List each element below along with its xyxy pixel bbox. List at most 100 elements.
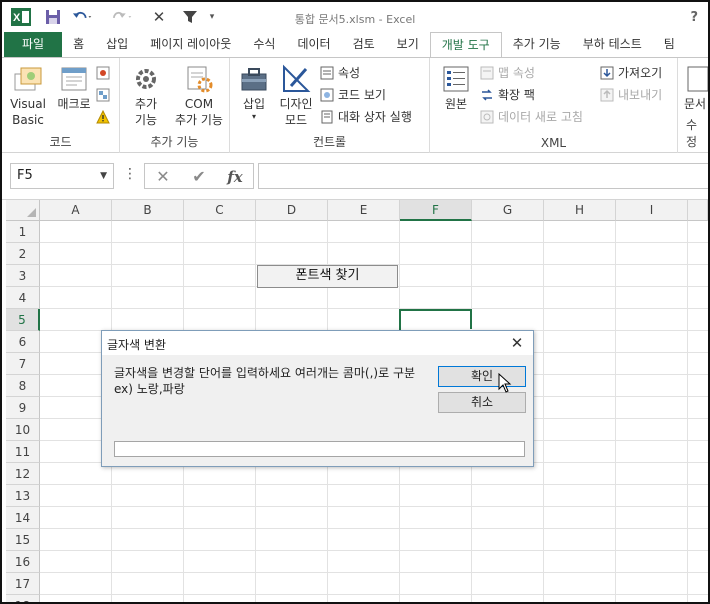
- map-properties-button[interactable]: 맵 속성: [480, 64, 535, 82]
- tab-formulas[interactable]: 수식: [242, 32, 286, 57]
- group-modify: 문서 수정: [678, 58, 708, 154]
- group-code: Visual Basic 매크로 코드: [2, 58, 120, 154]
- relative-reference-button[interactable]: [96, 86, 114, 104]
- group-code-label: 코드: [49, 135, 72, 149]
- ribbon: Visual Basic 매크로 코드 추가 기능 COM 추가 기능 추가 기…: [2, 57, 708, 154]
- import-button[interactable]: 가져오기: [600, 64, 662, 82]
- refresh-data-button[interactable]: 데이터 새로 고침: [480, 108, 583, 126]
- font-color-search-button[interactable]: 폰트색 찾기: [257, 265, 398, 288]
- row-header-13[interactable]: 13: [6, 485, 40, 507]
- column-header-d[interactable]: D: [256, 200, 328, 221]
- column-header-c[interactable]: C: [184, 200, 256, 221]
- row-header-16[interactable]: 16: [6, 551, 40, 573]
- xml-source-icon: [443, 66, 469, 92]
- tab-addins[interactable]: 추가 기능: [502, 32, 572, 57]
- row-header-2[interactable]: 2: [6, 243, 40, 265]
- dialog-prompt: 글자색을 변경할 단어를 입력하세요 여러개는 콤마(,)로 구분 ex) 노랑…: [114, 366, 416, 396]
- macro-security-button[interactable]: [96, 108, 114, 126]
- insert-control-button[interactable]: 삽입 ▾: [234, 64, 274, 122]
- column-header-g[interactable]: G: [472, 200, 544, 221]
- row-header-1[interactable]: 1: [6, 221, 40, 243]
- group-addins: 추가 기능 COM 추가 기능 추가 기능: [120, 58, 230, 154]
- ok-button[interactable]: 확인: [438, 366, 526, 387]
- gear-icon: [136, 69, 156, 89]
- row-header-8[interactable]: 8: [6, 375, 40, 397]
- formula-input[interactable]: [258, 163, 708, 189]
- macro-button[interactable]: 매크로: [54, 64, 94, 112]
- row-header-15[interactable]: 15: [6, 529, 40, 551]
- ribbon-tabs: 파일 홈 삽입 페이지 레이아웃 수식 데이터 검토 보기 개발 도구 추가 기…: [2, 32, 708, 58]
- dialog-title-bar: 글자색 변환 ✕: [102, 331, 533, 355]
- run-dialog-button[interactable]: 대화 상자 실행: [320, 108, 412, 126]
- column-header-b[interactable]: B: [112, 200, 184, 221]
- tab-team[interactable]: 팀: [653, 32, 686, 57]
- visual-basic-icon: [14, 67, 42, 91]
- row-header-9[interactable]: 9: [6, 397, 40, 419]
- column-header-i[interactable]: I: [616, 200, 688, 221]
- row-header-3[interactable]: 3: [6, 265, 40, 287]
- export-button[interactable]: 내보내기: [600, 86, 662, 104]
- row-header-10[interactable]: 10: [6, 419, 40, 441]
- help-icon[interactable]: ?: [690, 10, 698, 25]
- tab-file[interactable]: 파일: [4, 32, 63, 57]
- map-properties-icon: [480, 66, 494, 80]
- run-dialog-icon: [321, 110, 333, 124]
- confirm-entry-icon[interactable]: ✔: [187, 166, 211, 188]
- row-header-4[interactable]: 4: [6, 287, 40, 309]
- row-header-14[interactable]: 14: [6, 507, 40, 529]
- tab-home[interactable]: 홈: [62, 32, 95, 57]
- addins-button[interactable]: 추가 기능: [126, 64, 166, 128]
- properties-icon: [320, 66, 334, 80]
- cancel-button[interactable]: 취소: [438, 392, 526, 413]
- row-header-6[interactable]: 6: [6, 331, 40, 353]
- document-panel-icon: [687, 66, 708, 92]
- row-header-18[interactable]: 18: [6, 595, 40, 602]
- record-macro-button[interactable]: [96, 64, 114, 82]
- design-mode-button[interactable]: 디자인 모드: [276, 64, 316, 128]
- visual-basic-button[interactable]: Visual Basic: [8, 64, 48, 128]
- expansion-packs-button[interactable]: 확장 팩: [480, 86, 535, 104]
- toolbox-icon: [241, 68, 267, 91]
- tab-view[interactable]: 보기: [386, 32, 430, 57]
- group-controls-label: 컨트롤: [312, 135, 347, 149]
- dialog-text-input[interactable]: [114, 441, 525, 457]
- row-header-17[interactable]: 17: [6, 573, 40, 595]
- tab-insert[interactable]: 삽입: [95, 32, 139, 57]
- properties-button[interactable]: 속성: [320, 64, 360, 82]
- excel-window: X ✕ ▾ 통합 문서5.xlsm - Excel ? 파일 홈 삽입 페이지 …: [0, 0, 710, 604]
- group-addins-label: 추가 기능: [150, 135, 199, 149]
- insert-function-icon[interactable]: fx: [223, 166, 247, 188]
- name-box[interactable]: F5 ▼: [10, 163, 114, 189]
- xml-source-button[interactable]: 원본: [438, 64, 474, 112]
- tab-developer[interactable]: 개발 도구: [429, 32, 502, 58]
- row-header-5[interactable]: 5: [6, 309, 40, 331]
- tab-load-test[interactable]: 부하 테스트: [572, 32, 653, 57]
- tab-review[interactable]: 검토: [342, 32, 386, 57]
- row-header-12[interactable]: 12: [6, 463, 40, 485]
- column-header-f[interactable]: F: [400, 200, 472, 221]
- column-header-j-partial[interactable]: [688, 200, 708, 221]
- document-panel-button[interactable]: 문서: [684, 64, 708, 112]
- column-header-h[interactable]: H: [544, 200, 616, 221]
- group-xml: 원본 맵 속성 확장 팩 데이터 새로 고침 가져오기 내보내기 XML: [430, 58, 678, 154]
- name-box-dropdown-icon[interactable]: ▼: [100, 164, 107, 188]
- insert-dropdown-icon: ▾: [251, 112, 256, 121]
- column-header-a[interactable]: A: [40, 200, 112, 221]
- design-mode-icon: [283, 64, 311, 92]
- dialog-close-icon[interactable]: ✕: [507, 333, 527, 353]
- refresh-data-icon: [480, 110, 494, 124]
- view-code-button[interactable]: 코드 보기: [320, 86, 386, 104]
- tab-data[interactable]: 데이터: [286, 32, 341, 57]
- cancel-entry-icon[interactable]: ✕: [151, 166, 175, 188]
- select-all-button[interactable]: [6, 200, 40, 221]
- group-xml-label: XML: [540, 136, 567, 150]
- record-macro-icon: [96, 66, 110, 80]
- macro-icon: [61, 67, 87, 91]
- tab-page-layout[interactable]: 페이지 레이아웃: [139, 32, 242, 57]
- row-header-7[interactable]: 7: [6, 353, 40, 375]
- com-addins-button[interactable]: COM 추가 기능: [170, 64, 228, 128]
- vertical-dots-icon: ⋮: [123, 166, 137, 182]
- row-header-11[interactable]: 11: [6, 441, 40, 463]
- column-header-e[interactable]: E: [328, 200, 400, 221]
- com-addins-icon: [187, 66, 213, 93]
